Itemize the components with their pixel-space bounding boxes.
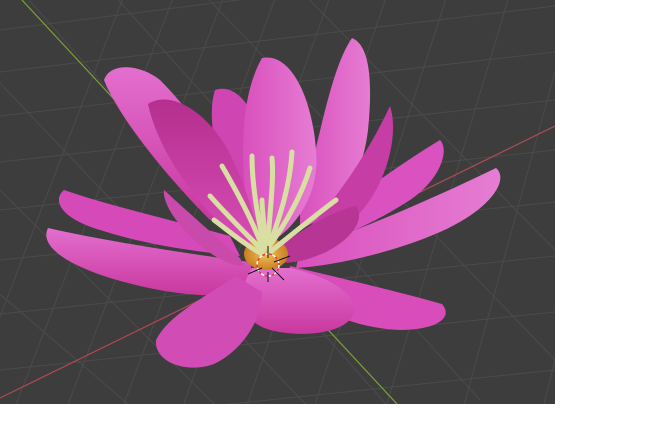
3d-viewport[interactable] [0,0,555,404]
viewport-canvas[interactable] [0,0,555,404]
app-window [0,0,650,447]
